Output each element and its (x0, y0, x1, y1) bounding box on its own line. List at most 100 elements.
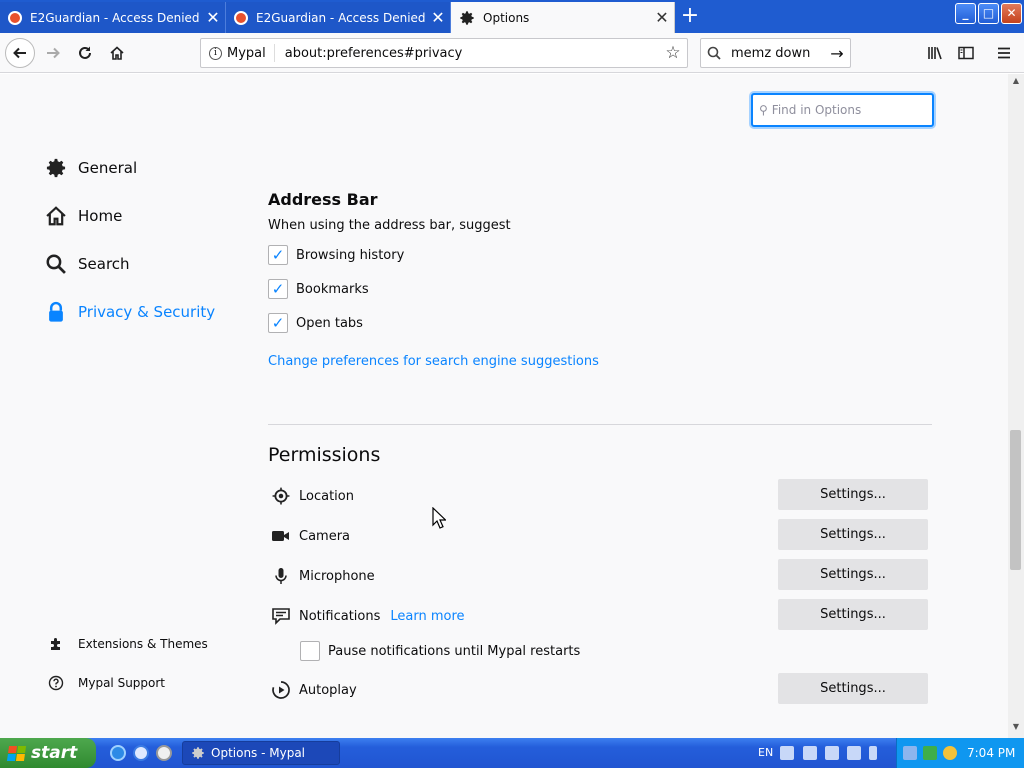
sidebar-item-search[interactable]: Search (44, 251, 130, 277)
checkbox-pause-notifications[interactable]: Pause notifications until Mypal restarts (300, 641, 580, 661)
permission-label: Autoplay (299, 682, 357, 698)
checkbox-label: Pause notifications until Mypal restarts (328, 643, 581, 659)
permission-label: Camera (299, 528, 351, 544)
home-icon (44, 204, 68, 228)
site-identity[interactable]: i Mypal (201, 44, 275, 62)
windows-flag-icon (6, 745, 27, 761)
tab-e2guardian-1[interactable]: E2Guardian - Access Denied ✕ (0, 2, 226, 33)
url-text[interactable]: about:preferences#privacy (275, 46, 659, 61)
language-bar-icon[interactable] (825, 746, 839, 760)
location-icon (270, 485, 292, 507)
close-tab-icon[interactable]: ✕ (201, 9, 225, 26)
sidebar-item-general[interactable]: General (44, 155, 137, 181)
sidebar-item-home[interactable]: Home (44, 203, 122, 229)
new-tab-button[interactable]: + (676, 4, 704, 30)
permissions-heading: Permissions (268, 444, 381, 466)
vertical-scrollbar[interactable]: ▲ ▼ (1008, 74, 1024, 738)
sidebar-toggle-button[interactable] (952, 39, 980, 67)
scroll-down-arrow-icon[interactable]: ▼ (1008, 722, 1024, 736)
search-icon: ⚲ (759, 103, 768, 117)
library-button[interactable] (921, 39, 949, 67)
identity-label: Mypal (227, 45, 266, 61)
media-player-icon[interactable] (156, 745, 172, 761)
sidebar-item-privacy-security[interactable]: Privacy & Security (44, 299, 215, 325)
security-shield-icon[interactable] (923, 746, 937, 760)
address-bar-heading: Address Bar (268, 190, 378, 209)
tab-options[interactable]: Options ✕ (451, 2, 675, 33)
checkbox-browsing-history[interactable]: ✓ Browsing history (268, 245, 404, 265)
help-icon (47, 675, 65, 691)
search-suggestions-link[interactable]: Change preferences for search engine sug… (268, 354, 599, 369)
close-window-button[interactable]: ✕ (1001, 3, 1022, 24)
sidebar-item-label: General (78, 159, 138, 177)
browser-quicklaunch-icon[interactable] (133, 745, 149, 761)
tab-e2guardian-2[interactable]: E2Guardian - Access Denied ✕ (226, 2, 451, 33)
mouse-cursor-icon (432, 506, 447, 533)
permission-location: Location (270, 485, 354, 507)
find-in-options-input[interactable]: ⚲ Find in Options (751, 93, 934, 127)
camera-settings-button[interactable]: Settings... (778, 519, 928, 550)
permission-autoplay: Autoplay (270, 679, 357, 701)
internet-explorer-icon[interactable] (110, 745, 126, 761)
start-button[interactable]: start (0, 738, 96, 768)
e2guardian-favicon-icon (234, 10, 248, 25)
network-icon[interactable] (903, 746, 917, 760)
sidebar-mypal-support[interactable]: Mypal Support (47, 675, 165, 691)
search-tray-icon[interactable] (943, 746, 957, 760)
tab-title: Options (483, 10, 530, 25)
scroll-up-arrow-icon[interactable]: ▲ (1008, 76, 1024, 90)
microphone-settings-button[interactable]: Settings... (778, 559, 928, 590)
search-icon (707, 46, 721, 60)
search-bar[interactable]: memz down → (700, 38, 851, 68)
checkbox-open-tabs[interactable]: ✓ Open tabs (268, 313, 363, 333)
bookmark-star-icon[interactable]: ☆ (659, 43, 687, 63)
checkmark-icon[interactable]: ✓ (268, 313, 288, 333)
system-tray: 7:04 PM (896, 738, 1024, 768)
keyboard-icon[interactable] (780, 746, 794, 760)
scrollbar-thumb[interactable] (1010, 430, 1021, 570)
tab-strip: E2Guardian - Access Denied ✕ E2Guardian … (0, 0, 1024, 33)
permission-label: Location (299, 488, 354, 504)
minimize-button[interactable]: _ (955, 3, 976, 24)
location-settings-button[interactable]: Settings... (778, 479, 928, 510)
learn-more-link[interactable]: Learn more (390, 609, 464, 624)
search-input-value[interactable]: memz down (727, 46, 824, 61)
sidebar-footer-label: Extensions & Themes (78, 637, 208, 651)
home-icon (110, 46, 124, 60)
library-icon (928, 47, 942, 60)
expand-tray-icon[interactable] (869, 746, 877, 760)
back-button[interactable] (5, 38, 35, 68)
pen-icon[interactable] (803, 746, 817, 760)
camera-icon (270, 525, 292, 547)
close-tab-icon[interactable]: ✕ (650, 9, 674, 26)
taskbar-window-button[interactable]: Options - Mypal (182, 741, 340, 765)
address-bar[interactable]: i Mypal about:preferences#privacy ☆ (200, 38, 688, 68)
notifications-icon (270, 605, 292, 627)
taskbar-window-label: Options - Mypal (211, 746, 306, 760)
permission-label: Notifications (299, 608, 381, 624)
checkmark-icon[interactable]: ✓ (268, 279, 288, 299)
find-placeholder: Find in Options (771, 103, 862, 117)
home-button[interactable] (103, 39, 131, 67)
clock[interactable]: 7:04 PM (967, 746, 1015, 760)
address-bar-intro: When using the address bar, suggest (268, 218, 511, 233)
checkbox-box[interactable] (300, 641, 320, 661)
notifications-settings-button[interactable]: Settings... (778, 599, 928, 630)
checkbox-bookmarks[interactable]: ✓ Bookmarks (268, 279, 369, 299)
forward-button[interactable] (39, 39, 67, 67)
help-icon[interactable] (847, 746, 861, 760)
mypal-app-icon (192, 747, 204, 759)
reload-button[interactable] (71, 39, 99, 67)
close-tab-icon[interactable]: ✕ (426, 9, 450, 26)
sidebar-extensions-themes[interactable]: Extensions & Themes (47, 636, 208, 652)
sidebar-icon (958, 46, 974, 60)
menu-button[interactable] (990, 39, 1018, 67)
autoplay-settings-button[interactable]: Settings... (778, 673, 928, 704)
lock-icon (44, 300, 68, 324)
maximize-button[interactable]: □ (978, 3, 999, 24)
checkbox-label: Bookmarks (296, 281, 369, 297)
language-indicator[interactable]: EN (758, 746, 773, 759)
search-go-button[interactable]: → (824, 44, 850, 63)
checkmark-icon[interactable]: ✓ (268, 245, 288, 265)
tab-title: E2Guardian - Access Denied (256, 10, 426, 25)
